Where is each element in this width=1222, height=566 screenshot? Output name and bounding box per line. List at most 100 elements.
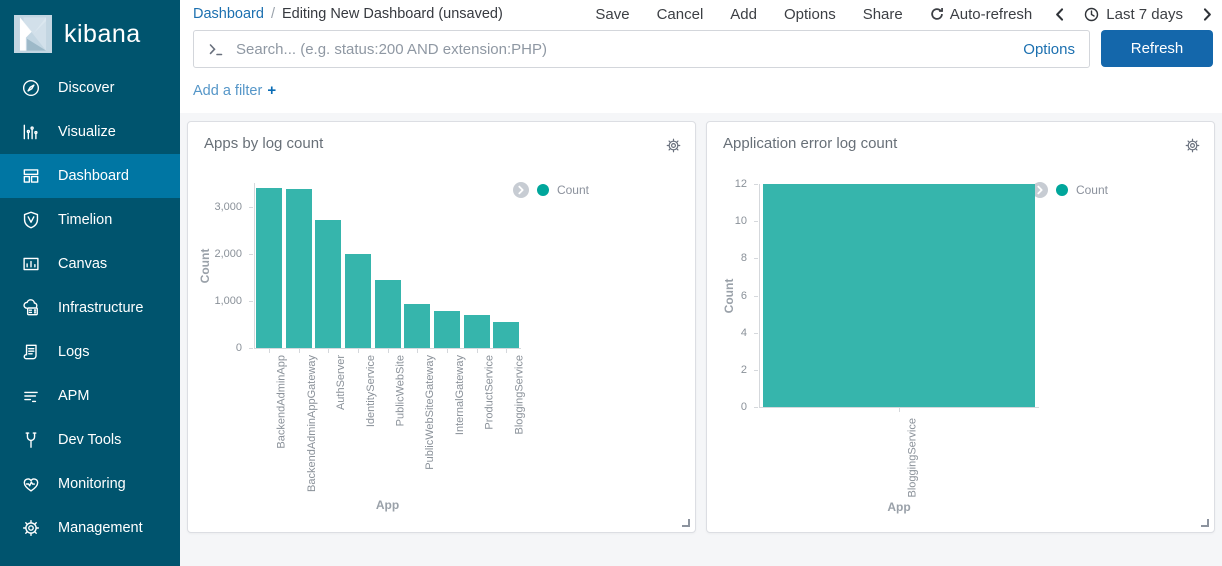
time-next-chevron-icon[interactable] [1203, 8, 1212, 21]
sidebar-item-dashboard[interactable]: Dashboard [0, 154, 180, 198]
sidebar-item-discover[interactable]: Discover [0, 66, 180, 110]
breadcrumb-separator: / [271, 6, 275, 22]
bar-identityservice[interactable] [345, 254, 371, 348]
bar-publicwebsitegateway[interactable] [404, 304, 430, 348]
menu-options-button[interactable]: Options [784, 6, 836, 23]
y-tick-mark [754, 258, 758, 259]
y-tick-mark [249, 254, 253, 255]
sidebar-item-label: Dev Tools [58, 432, 121, 448]
clock-icon [1084, 7, 1099, 22]
sidebar-item-timelion[interactable]: Timelion [0, 198, 180, 242]
sidebar-item-logs[interactable]: Logs [0, 330, 180, 374]
bar-publicwebsite[interactable] [375, 280, 401, 348]
y-axis-title: Count [198, 248, 212, 283]
sidebar-item-visualize[interactable]: Visualize [0, 110, 180, 154]
top-nav-bar: Dashboard / Editing New Dashboard (unsav… [180, 0, 1222, 28]
sidebar-item-label: Timelion [58, 212, 112, 228]
time-picker[interactable]: Last 7 days [1084, 6, 1183, 23]
sidebar: kibana Discover Visualize Dashboard Timelio… [0, 0, 180, 566]
sidebar-item-monitoring[interactable]: Monitoring [0, 462, 180, 506]
y-axis-line [759, 184, 760, 407]
kibana-logo[interactable]: kibana [0, 0, 180, 66]
search-input[interactable] [236, 41, 1023, 58]
x-axis-label: InternalGateway [432, 352, 462, 494]
sidebar-item-apm[interactable]: APM [0, 374, 180, 418]
x-axis-label: BloggingService [759, 415, 1039, 496]
x-axis-label: BloggingService [491, 352, 521, 494]
y-tick-label: 4 [707, 327, 747, 339]
dashboard-grid-icon [21, 166, 41, 186]
panel-resize-handle[interactable] [1201, 519, 1209, 527]
wrench-fork-icon [21, 430, 41, 450]
add-filter-plus-icon[interactable]: + [267, 82, 276, 99]
sidebar-item-label: Visualize [58, 124, 116, 140]
header: Dashboard / Editing New Dashboard (unsav… [180, 0, 1222, 113]
dashboard-grid: Apps by log count Count 01,0002,0003,000… [180, 113, 1222, 566]
shield-icon [21, 210, 41, 230]
sidebar-item-label: APM [58, 388, 89, 404]
y-axis-title: Count [722, 278, 736, 313]
bar-bloggingservice[interactable] [763, 184, 1035, 407]
x-axis-label: AuthServer [313, 352, 343, 494]
y-tick-label: 0 [188, 342, 242, 354]
bar-internalgateway[interactable] [434, 311, 460, 348]
compass-icon [21, 78, 41, 98]
text-lines-icon [21, 386, 41, 406]
gear-icon [21, 518, 41, 538]
breadcrumb-current: Editing New Dashboard (unsaved) [282, 6, 503, 22]
heart-pulse-icon [21, 474, 41, 494]
query-bar: Options Refresh [180, 28, 1222, 68]
x-axis-label-text: BloggingService [906, 418, 918, 498]
y-tick-label: 3,000 [188, 201, 242, 213]
add-filter-link[interactable]: Add a filter [193, 83, 262, 99]
kibana-logo-icon [14, 15, 52, 53]
sidebar-item-dev-tools[interactable]: Dev Tools [0, 418, 180, 462]
bar-authserver[interactable] [315, 220, 341, 348]
bar-bloggingservice[interactable] [493, 322, 519, 348]
sidebar-item-infrastructure[interactable]: Infrastructure [0, 286, 180, 330]
menu-share-button[interactable]: Share [863, 6, 903, 23]
query-options-link[interactable]: Options [1023, 41, 1075, 58]
y-tick-label: 1,000 [188, 295, 242, 307]
bar-backendadminapp[interactable] [256, 188, 282, 348]
sidebar-item-label: Discover [58, 80, 114, 96]
sidebar-item-label: Dashboard [58, 168, 129, 184]
x-axis-label: IdentityService [343, 352, 373, 494]
search-box: Options [193, 30, 1090, 68]
cloud-server-icon [21, 298, 41, 318]
refresh-button[interactable]: Refresh [1101, 30, 1213, 67]
x-axis-title: App [759, 500, 1039, 514]
sidebar-nav: Discover Visualize Dashboard Timelion Canvas… [0, 66, 180, 550]
sidebar-item-label: Management [58, 520, 143, 536]
bar-backendadminappgateway[interactable] [286, 189, 312, 348]
kibana-logo-text: kibana [64, 20, 141, 49]
breadcrumb-dashboard-link[interactable]: Dashboard [193, 6, 264, 22]
bar-productservice[interactable] [464, 315, 490, 348]
panel-application-error-log-count: Application error log count Count 024681… [706, 121, 1215, 533]
panel-apps-by-log-count: Apps by log count Count 01,0002,0003,000… [187, 121, 696, 533]
y-tick-mark [754, 296, 758, 297]
top-menu-items: Save Cancel Add Options Share [595, 6, 902, 23]
time-range-label: Last 7 days [1106, 6, 1183, 23]
sidebar-item-label: Logs [58, 344, 89, 360]
bar-chart-icon [21, 122, 41, 142]
y-tick-mark [754, 221, 758, 222]
y-tick-mark [754, 184, 758, 185]
sidebar-item-management[interactable]: Management [0, 506, 180, 550]
y-tick-label: 10 [707, 215, 747, 227]
time-prev-chevron-icon[interactable] [1055, 8, 1064, 21]
y-tick-label: 0 [707, 401, 747, 413]
menu-cancel-button[interactable]: Cancel [657, 6, 704, 23]
menu-add-button[interactable]: Add [730, 6, 757, 23]
sidebar-item-label: Infrastructure [58, 300, 143, 316]
top-menu: Save Cancel Add Options Share Auto-refresh L… [595, 6, 1212, 23]
x-axis-label: BackendAdminApp [254, 352, 284, 494]
bar-chart-application-error-log-count: 024681012BloggingServiceCountApp [707, 122, 1214, 532]
x-axis-title: App [254, 498, 521, 512]
menu-save-button[interactable]: Save [595, 6, 629, 23]
panel-resize-handle[interactable] [682, 519, 690, 527]
sidebar-item-canvas[interactable]: Canvas [0, 242, 180, 286]
y-tick-mark [249, 348, 253, 349]
console-prompt-icon [208, 41, 224, 57]
auto-refresh-button[interactable]: Auto-refresh [930, 6, 1033, 23]
